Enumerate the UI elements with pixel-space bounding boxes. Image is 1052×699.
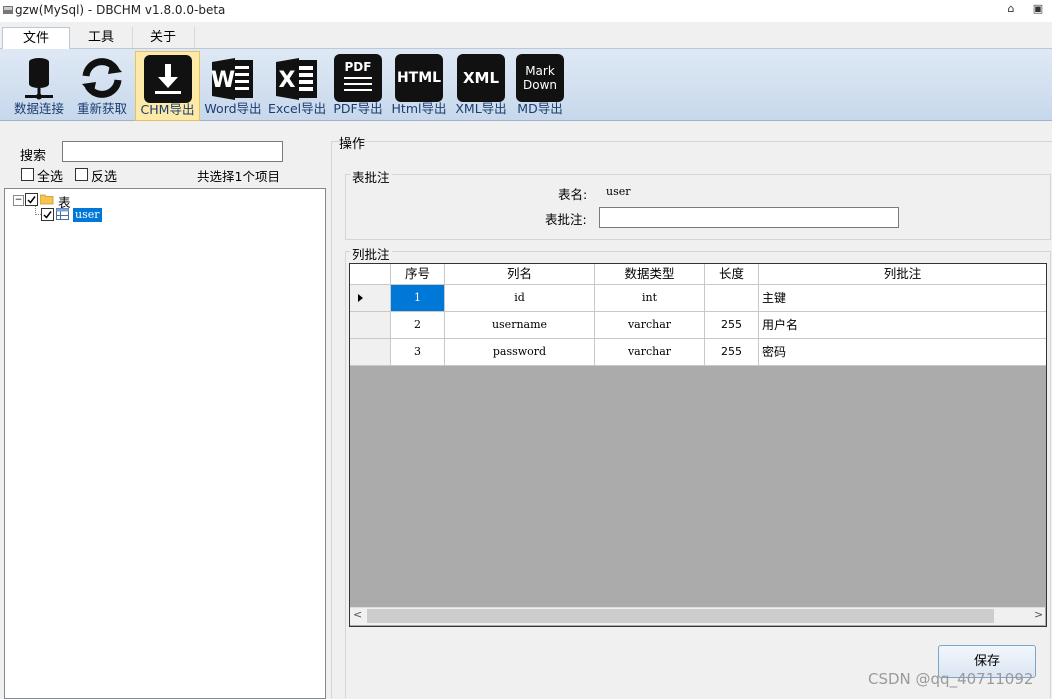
grid-header-name[interactable]: 列名 [445,264,595,285]
svg-text:W: W [211,68,235,93]
database-connect-button[interactable]: 数据连接 [10,51,68,119]
tree-item-user-checkbox[interactable] [41,208,54,221]
grid-cell-type[interactable]: int [595,285,705,312]
window-title: gzw(MySql) - DBCHM v1.8.0.0-beta [15,3,226,17]
table-comment-input[interactable] [599,207,899,228]
pdf-export-label: PDF导出 [333,101,383,116]
scroll-left-icon[interactable]: < [353,608,362,621]
grid-header-type[interactable]: 数据类型 [595,264,705,285]
xml-export-button[interactable]: XML XML导出 [454,51,508,119]
column-grid[interactable]: 序号 列名 数据类型 长度 列批注 1 id int 主键 2 username… [349,263,1047,627]
scrollbar-thumb[interactable] [367,609,994,623]
column-comment-title: 列批注 [350,244,392,263]
grid-cell-comment[interactable]: 密码 [759,339,1046,366]
pdf-export-button[interactable]: PDF PDF导出 [331,51,385,119]
grid-cell-index[interactable]: 1 [391,285,445,312]
database-connect-label: 数据连接 [13,101,64,116]
maximize-icon[interactable]: ▣ [1031,2,1045,16]
table-name-value: user [606,185,631,198]
grid-cell-length[interactable]: 255 [705,312,759,339]
invert-selection-label[interactable]: 反选 [91,166,117,185]
grid-cell-comment[interactable]: 用户名 [759,312,1046,339]
tab-file[interactable]: 文件 [2,27,70,49]
html-icon: HTML [395,54,443,102]
html-export-label: Html导出 [391,101,447,116]
excel-icon: X [273,54,321,102]
table-name-label: 表名: [558,187,588,202]
tree-item-user[interactable]: user [73,208,102,222]
database-connect-icon [15,54,63,102]
operations-label: 操作 [339,137,366,152]
row-header[interactable] [350,339,391,366]
table-comment-label: 表批注: [545,212,587,227]
svg-text:X: X [279,68,296,93]
watermark: CSDN @qq_40711092 [868,670,1034,688]
app-icon [2,4,14,16]
grid-cell-index[interactable]: 3 [391,339,445,366]
row-header[interactable] [350,312,391,339]
word-export-button[interactable]: W Word导出 [203,51,263,119]
markdown-icon: Mark Down [516,54,564,102]
grid-cell-length[interactable]: 255 [705,339,759,366]
chm-export-label: CHM导出 [140,102,195,117]
grid-cell-name[interactable]: password [445,339,595,366]
scroll-right-icon[interactable]: > [1034,608,1043,621]
tree-collapse-icon[interactable]: − [13,195,24,206]
excel-export-button[interactable]: X Excel导出 [268,51,326,119]
markdown-export-label: MD导出 [517,101,563,116]
xml-icon: XML [457,54,505,102]
excel-export-label: Excel导出 [268,101,327,116]
search-label: 搜索 [20,149,47,164]
html-export-button[interactable]: HTML Html导出 [390,51,448,119]
restore-icon[interactable]: ⌂ [1004,2,1018,16]
folder-icon [39,193,54,208]
grid-cell-type[interactable]: varchar [595,339,705,366]
grid-header-length[interactable]: 长度 [705,264,759,285]
search-input[interactable] [62,141,283,162]
table-tree[interactable] [4,188,326,699]
table-icon [56,208,69,223]
markdown-export-button[interactable]: Mark Down MD导出 [513,51,567,119]
invert-selection-checkbox[interactable] [75,168,88,181]
grid-cell-name[interactable]: id [445,285,595,312]
grid-cell-comment[interactable]: 主键 [759,285,1046,312]
refresh-label: 重新获取 [76,101,127,116]
chm-export-button[interactable]: CHM导出 [135,51,200,121]
xml-export-label: XML导出 [455,101,507,116]
tree-root-checkbox[interactable] [25,193,38,206]
refresh-button[interactable]: 重新获取 [73,51,131,119]
row-header[interactable] [350,285,391,312]
word-icon: W [209,54,257,102]
grid-cell-index[interactable]: 2 [391,312,445,339]
tab-about[interactable]: 关于 [132,27,195,48]
grid-cell-name[interactable]: username [445,312,595,339]
current-row-icon [358,294,363,302]
grid-header-comment[interactable]: 列批注 [759,264,1046,285]
grid-header-index[interactable]: 序号 [391,264,445,285]
table-comment-title: 表批注 [350,167,392,186]
pdf-icon: PDF [334,54,382,102]
select-all-checkbox[interactable] [21,168,34,181]
refresh-icon [78,54,126,102]
grid-corner [350,264,391,285]
select-all-label[interactable]: 全选 [37,166,63,185]
grid-cell-length[interactable] [705,285,759,312]
selected-count: 共选择1个项目 [197,169,280,184]
word-export-label: Word导出 [204,101,262,116]
grid-cell-type[interactable]: varchar [595,312,705,339]
tab-tools[interactable]: 工具 [70,27,133,48]
chm-export-icon [143,55,192,103]
